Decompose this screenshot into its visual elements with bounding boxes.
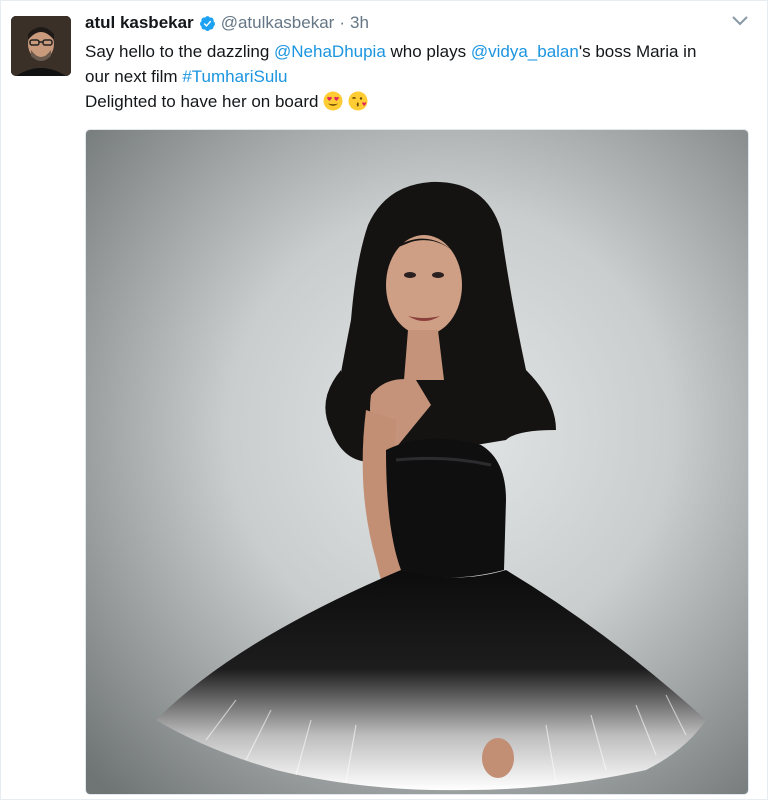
header-separator: · [339, 13, 346, 32]
text-segment: who plays [385, 42, 471, 61]
text-segment: Delighted to have her on board [85, 92, 324, 111]
tweet-text-line-3: Delighted to have her on board [85, 89, 745, 114]
tweet-photo[interactable] [85, 129, 749, 795]
tweet-timestamp[interactable]: 3h [350, 13, 369, 33]
verified-badge-icon [199, 15, 215, 31]
author-avatar[interactable] [11, 16, 71, 76]
author-handle[interactable]: @atulkasbekar [221, 13, 335, 33]
tweet-header: atul kasbekar @atulkasbekar · 3h [85, 11, 369, 35]
avatar-image [11, 16, 71, 76]
kissing-face-emoji [348, 91, 368, 111]
text-segment: 's boss Maria in [578, 42, 697, 61]
smiling-heart-eyes-emoji [323, 91, 343, 111]
photo-woman-black-fringe-dress [86, 130, 748, 794]
caret-down-icon[interactable] [731, 11, 749, 29]
hashtag-link-tumharisulu[interactable]: #TumhariSulu [182, 67, 287, 86]
tweet-text: Say hello to the dazzling @NehaDhupia wh… [85, 39, 745, 114]
text-segment: Say hello to the dazzling [85, 42, 275, 61]
text-segment: our next film [85, 67, 183, 86]
tweet-text-line-2: our next film #TumhariSulu [85, 64, 745, 89]
mention-link-vidya-balan[interactable]: @vidya_balan [471, 42, 579, 61]
tweet-text-line-1: Say hello to the dazzling @NehaDhupia wh… [85, 39, 745, 64]
author-name[interactable]: atul kasbekar [85, 13, 194, 33]
mention-link-nehadhupia[interactable]: @NehaDhupia [274, 42, 386, 61]
tweet-card[interactable]: atul kasbekar @atulkasbekar · 3h Say hel… [0, 0, 768, 800]
